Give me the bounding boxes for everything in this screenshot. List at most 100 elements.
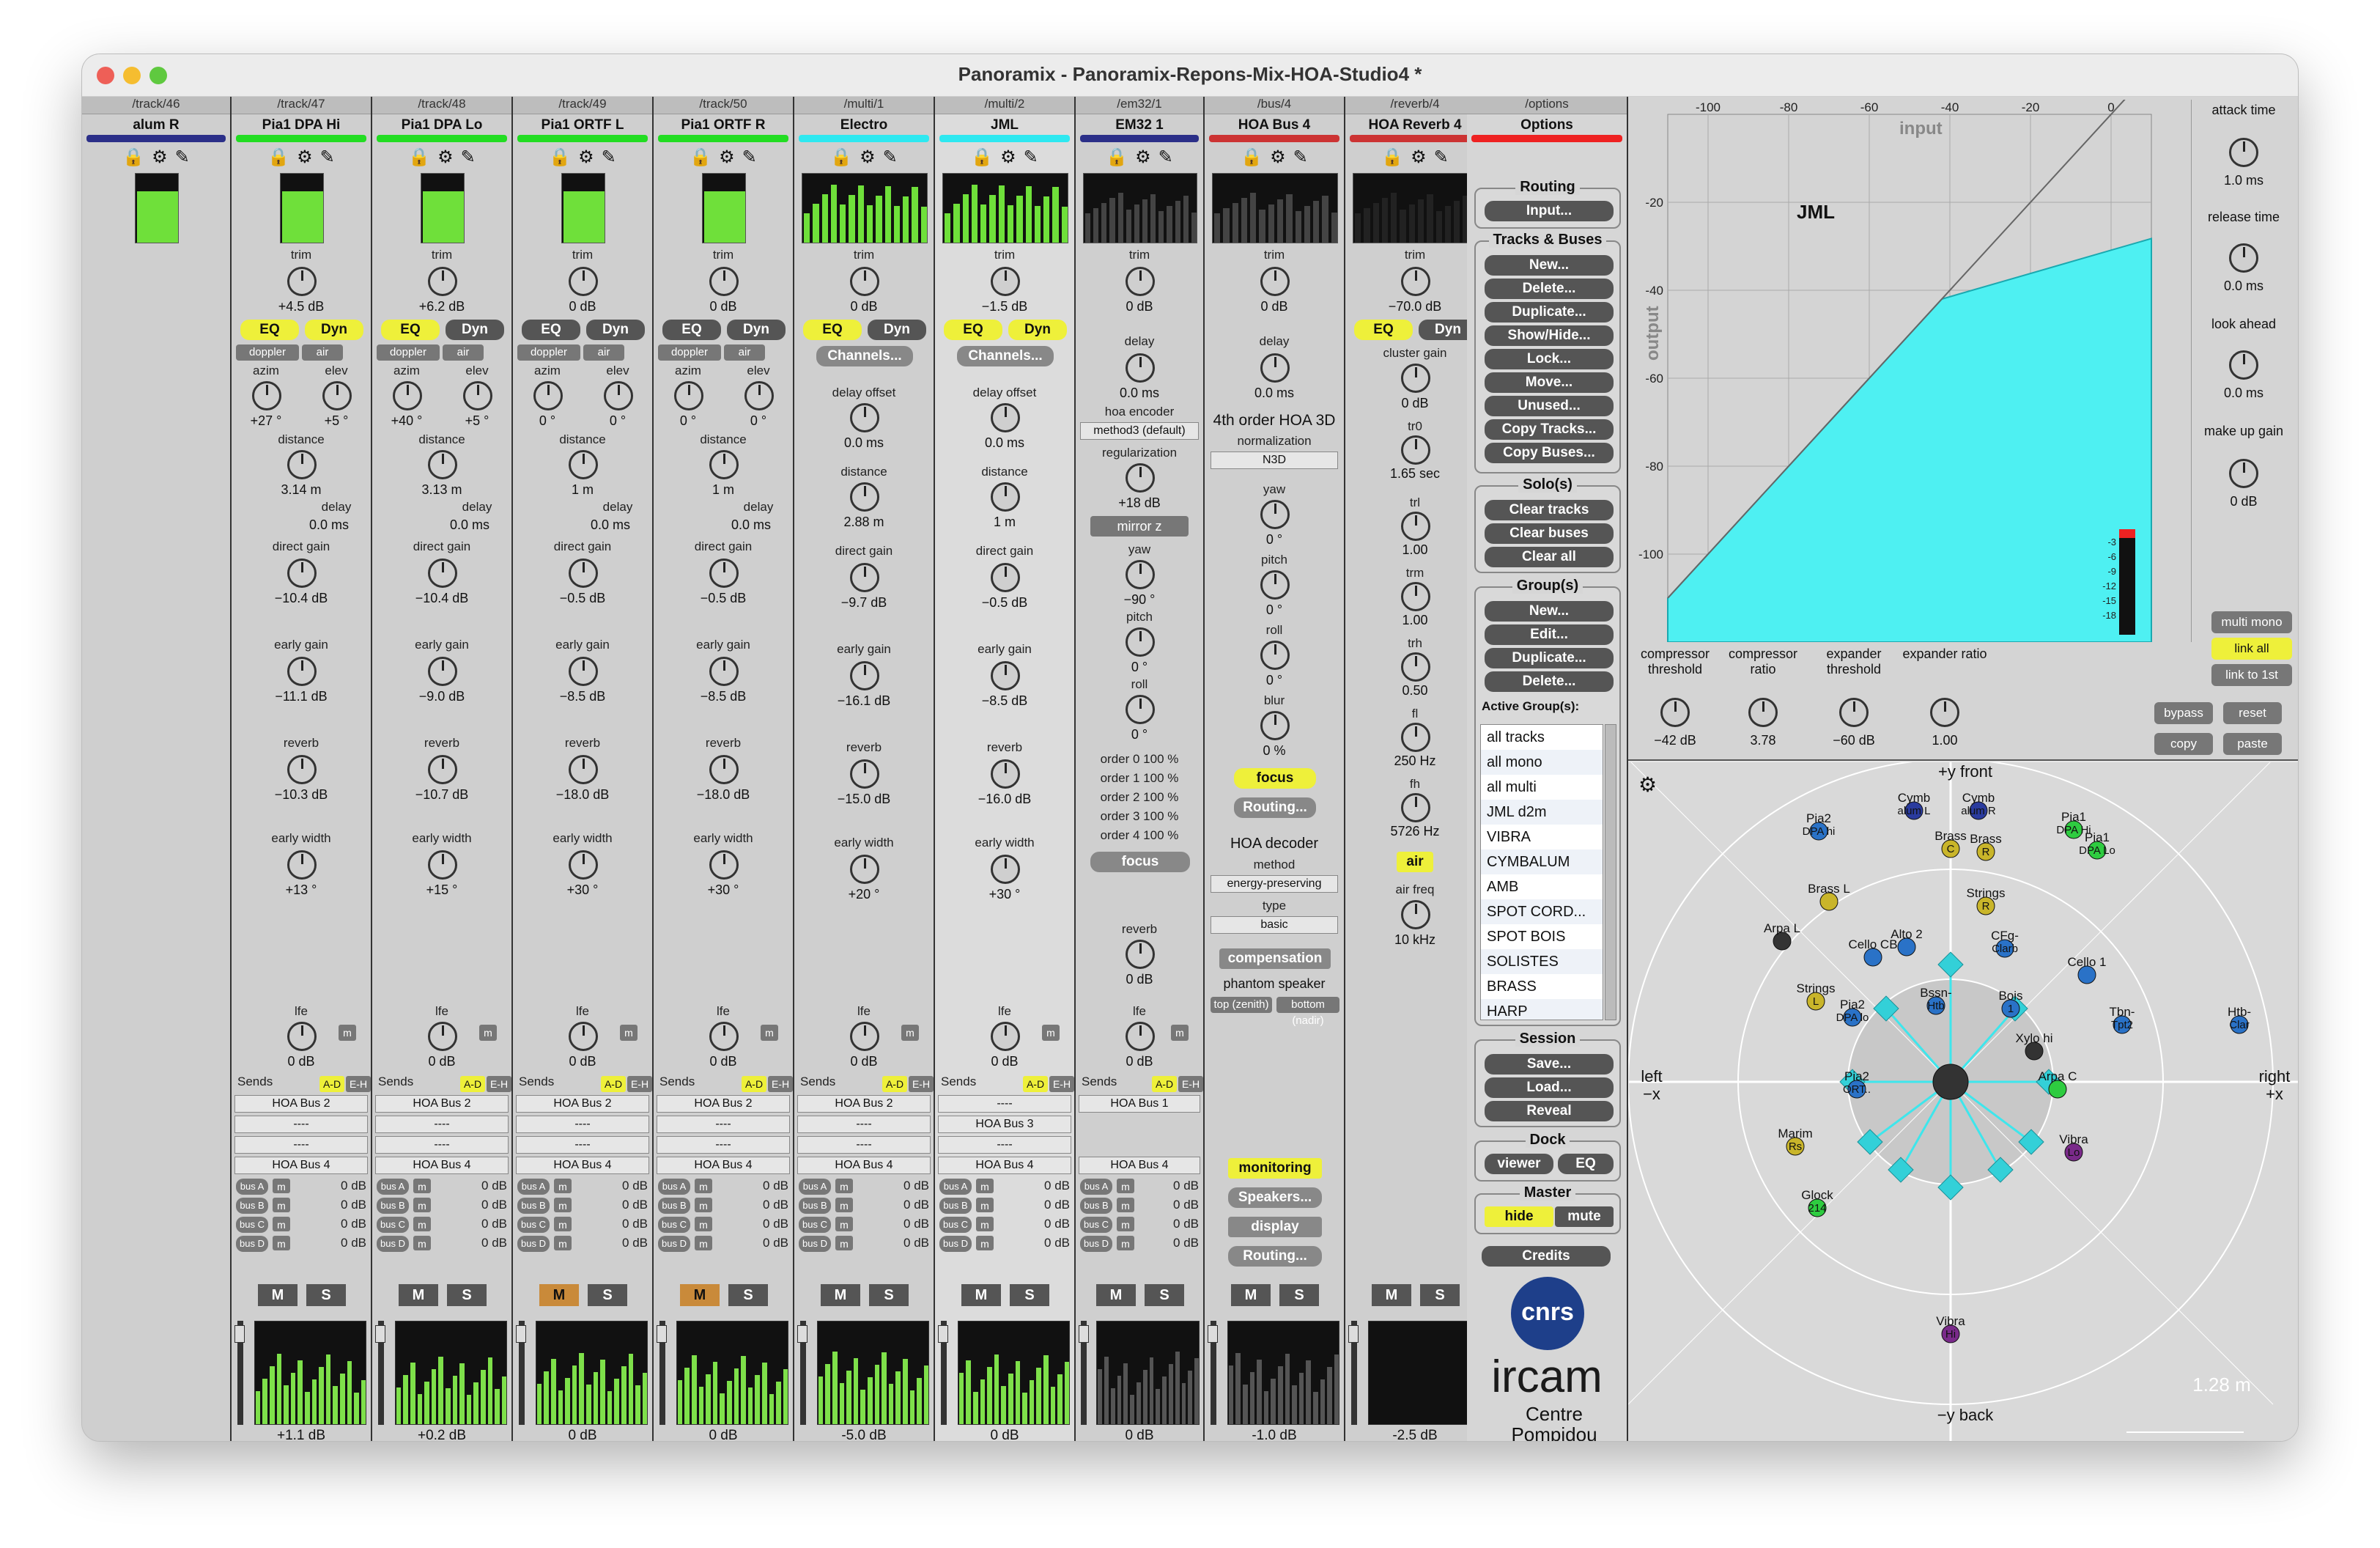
- monitoring-button[interactable]: monitoring: [1228, 1158, 1322, 1179]
- solo-button[interactable]: S: [1145, 1284, 1184, 1306]
- send-bus-select[interactable]: HOA Bus 1: [1079, 1095, 1200, 1113]
- send-mute-button[interactable]: m: [413, 1198, 431, 1212]
- solo-button[interactable]: S: [306, 1284, 346, 1306]
- group-list-item[interactable]: CYMBALUM: [1481, 849, 1603, 874]
- dock-eq-button[interactable]: EQ: [1558, 1154, 1614, 1174]
- gear-icon[interactable]: ⚙: [719, 147, 735, 170]
- edit-icon[interactable]: ✎: [1158, 147, 1173, 170]
- send-mute-button[interactable]: m: [273, 1217, 290, 1231]
- air-button[interactable]: air: [724, 344, 765, 361]
- trim-knob[interactable]: [428, 267, 457, 296]
- sends-eh-button[interactable]: E-H: [909, 1076, 934, 1092]
- regularization-knob[interactable]: [1126, 463, 1155, 493]
- active-groups-list[interactable]: all tracks all mono all multi JML d2m VIBRA C…: [1480, 724, 1603, 1020]
- strip-name[interactable]: EM32 1: [1076, 117, 1203, 133]
- send-bus-b-button[interactable]: bus B: [939, 1198, 972, 1214]
- send-mute-button[interactable]: m: [835, 1198, 853, 1212]
- mute-button[interactable]: M: [1372, 1284, 1411, 1306]
- copy-buses-button[interactable]: Copy Buses...: [1485, 443, 1614, 463]
- edit-icon[interactable]: ✎: [1024, 147, 1038, 170]
- cluster-gain-knob[interactable]: [1401, 364, 1430, 393]
- send-mute-button[interactable]: m: [1117, 1179, 1134, 1193]
- send-bus-c-button[interactable]: bus C: [658, 1217, 690, 1233]
- send-bus-select[interactable]: ----: [375, 1136, 509, 1154]
- mute-button[interactable]: M: [1231, 1284, 1271, 1306]
- roll-knob[interactable]: [1126, 695, 1155, 724]
- yaw-knob[interactable]: [1260, 500, 1290, 529]
- fader-handle[interactable]: [797, 1325, 808, 1343]
- send-bus-c-button[interactable]: bus C: [236, 1217, 268, 1233]
- delay-offset-knob[interactable]: [991, 403, 1020, 432]
- send-bus-select[interactable]: ----: [938, 1136, 1071, 1154]
- credits-button[interactable]: Credits: [1482, 1246, 1611, 1267]
- gear-icon[interactable]: ⚙: [1135, 147, 1151, 170]
- strip-name[interactable]: Pia1 DPA Lo: [372, 117, 511, 133]
- strip-name[interactable]: HOA Reverb 4: [1345, 117, 1467, 133]
- lfe-mute-button[interactable]: m: [761, 1025, 778, 1041]
- group-list-item[interactable]: JML d2m: [1481, 800, 1603, 825]
- send-mute-button[interactable]: m: [413, 1217, 431, 1231]
- send-mute-button[interactable]: m: [835, 1236, 853, 1250]
- lfe-knob[interactable]: [709, 1022, 739, 1051]
- track-lock-button[interactable]: Lock...: [1485, 349, 1614, 369]
- sends-ad-button[interactable]: A-D: [1023, 1076, 1048, 1092]
- distance-knob[interactable]: [709, 450, 739, 479]
- fader-handle[interactable]: [1348, 1325, 1359, 1343]
- send-mute-button[interactable]: m: [413, 1236, 431, 1250]
- early-gain-knob[interactable]: [709, 657, 739, 686]
- strip-name[interactable]: Pia1 ORTF L: [513, 117, 652, 133]
- distance-knob[interactable]: [991, 482, 1020, 512]
- sends-eh-button[interactable]: E-H: [768, 1076, 793, 1092]
- trim-knob[interactable]: [1260, 267, 1290, 296]
- send-mute-button[interactable]: m: [1117, 1217, 1134, 1231]
- sends-ad-button[interactable]: A-D: [882, 1076, 907, 1092]
- dyn-button[interactable]: Dyn: [1419, 320, 1467, 340]
- lock-icon[interactable]: 🔒: [1106, 147, 1128, 170]
- send-bus-a-button[interactable]: bus A: [658, 1179, 690, 1195]
- lfe-mute-button[interactable]: m: [1171, 1025, 1189, 1041]
- sends-eh-button[interactable]: E-H: [487, 1076, 511, 1092]
- paste-button[interactable]: paste: [2223, 733, 2282, 755]
- direct-gain-knob[interactable]: [287, 559, 317, 588]
- focus-button[interactable]: focus: [1090, 852, 1190, 872]
- send-bus-a-button[interactable]: bus A: [377, 1179, 409, 1195]
- bottom-nadir-button[interactable]: bottom (nadir): [1276, 997, 1339, 1027]
- fader-handle[interactable]: [515, 1325, 526, 1343]
- display-button[interactable]: display: [1228, 1217, 1322, 1237]
- eq-button[interactable]: EQ: [381, 320, 440, 340]
- send-bus-a-button[interactable]: bus A: [236, 1179, 268, 1195]
- sends-eh-button[interactable]: E-H: [346, 1076, 371, 1092]
- distance-knob[interactable]: [428, 450, 457, 479]
- master-hide-button[interactable]: hide: [1485, 1206, 1553, 1227]
- solo-button[interactable]: S: [588, 1284, 627, 1306]
- reverb-knob[interactable]: [850, 759, 879, 789]
- session-save-button[interactable]: Save...: [1485, 1054, 1614, 1075]
- send-bus-d-button[interactable]: bus D: [377, 1236, 409, 1252]
- pitch-knob[interactable]: [1126, 627, 1155, 657]
- method-select[interactable]: energy-preserving: [1211, 875, 1338, 893]
- dyn-button[interactable]: Dyn: [305, 320, 363, 340]
- solo-button[interactable]: S: [1279, 1284, 1319, 1306]
- fader-handle[interactable]: [234, 1325, 245, 1343]
- edit-icon[interactable]: ✎: [1434, 147, 1449, 170]
- send-bus-d-button[interactable]: bus D: [658, 1236, 690, 1252]
- send-mute-button[interactable]: m: [695, 1217, 712, 1231]
- azim-knob[interactable]: [674, 381, 703, 410]
- tr0-knob[interactable]: [1401, 435, 1430, 465]
- elev-knob[interactable]: [463, 381, 492, 410]
- mute-button[interactable]: M: [680, 1284, 720, 1306]
- mute-button[interactable]: M: [961, 1284, 1001, 1306]
- send-mute-button[interactable]: m: [554, 1198, 572, 1212]
- direct-gain-knob[interactable]: [850, 563, 879, 592]
- attack-time-knob[interactable]: [2229, 138, 2258, 167]
- direct-gain-knob[interactable]: [428, 559, 457, 588]
- hoa-encoder-select[interactable]: method3 (default): [1080, 422, 1199, 440]
- sends-ad-button[interactable]: A-D: [1152, 1076, 1177, 1092]
- distance-knob[interactable]: [287, 450, 317, 479]
- early-gain-knob[interactable]: [850, 661, 879, 690]
- gear-icon[interactable]: ⚙: [297, 147, 313, 170]
- send-bus-c-button[interactable]: bus C: [1080, 1217, 1112, 1233]
- type-select[interactable]: basic: [1211, 916, 1338, 934]
- copy-button[interactable]: copy: [2154, 733, 2213, 755]
- dyn-button[interactable]: Dyn: [868, 320, 926, 340]
